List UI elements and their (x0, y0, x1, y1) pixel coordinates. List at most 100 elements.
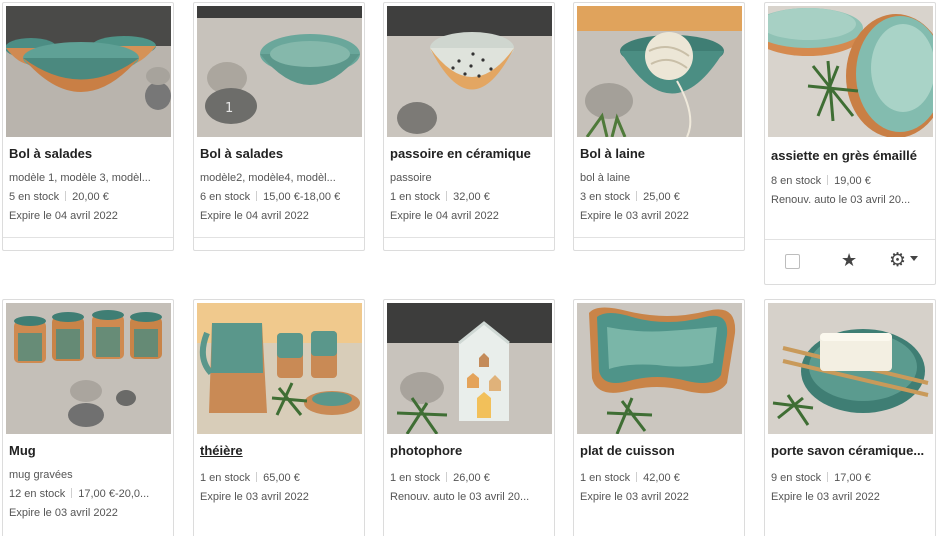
listing-variation: modèle2, modèle4, modèl... (200, 172, 336, 184)
price: 20,00 € (72, 191, 109, 203)
expiry-date: Expire le 04 avril 2022 (9, 210, 118, 222)
divider (636, 191, 638, 201)
listing-stock-price: 5 en stock 20,00 € (9, 191, 169, 203)
card-actions: ★ ⚙ (194, 237, 364, 250)
stock-count: 5 en stock (9, 191, 60, 203)
price: 65,00 € (263, 472, 300, 484)
stock-count: 12 en stock (9, 488, 66, 500)
listing-image[interactable] (387, 303, 552, 434)
listing-title[interactable]: passoire en céramique (390, 146, 550, 161)
divider (827, 472, 829, 482)
listing-card[interactable]: plat de cuisson 1 en stock 42,00 € Expire… (573, 299, 745, 536)
stock-count: 6 en stock (200, 191, 251, 203)
listing-card[interactable]: Bol à salades modèle 1, modèle 3, modèl.… (2, 2, 174, 251)
expiry-date: Expire le 03 avril 2022 (771, 491, 880, 503)
divider (827, 175, 829, 185)
listing-image[interactable] (6, 303, 171, 434)
listing-stock-price: 3 en stock 25,00 € (580, 191, 740, 203)
price: 17,00 € (834, 472, 871, 484)
divider (71, 488, 73, 498)
stock-count: 1 en stock (390, 191, 441, 203)
divider (256, 191, 258, 201)
divider (636, 472, 638, 482)
star-icon[interactable]: ★ (270, 249, 286, 250)
listing-stock-price: 1 en stock 42,00 € (580, 472, 740, 484)
listing-title[interactable]: Bol à salades (9, 146, 169, 161)
star-icon[interactable]: ★ (460, 249, 476, 250)
listing-image[interactable] (768, 6, 933, 137)
listing-card[interactable]: porte savon céramique... 9 en stock 17,00… (764, 299, 936, 536)
expiry-date: Expire le 03 avril 2022 (580, 491, 689, 503)
stock-count: 1 en stock (390, 472, 441, 484)
gear-icon[interactable]: ⚙ (889, 251, 906, 270)
price: 17,00 €-20,0... (78, 488, 150, 500)
listing-card[interactable]: assiette en grès émaillé 8 en stock 19,00… (764, 2, 936, 285)
price: 15,00 €-18,00 € (263, 191, 341, 203)
listing-variation: modèle 1, modèle 3, modèl... (9, 172, 151, 184)
listing-variation: bol à laine (580, 172, 631, 184)
gear-icon[interactable]: ⚙ (508, 249, 525, 250)
gear-icon[interactable]: ⚙ (318, 249, 335, 250)
listing-title[interactable]: photophore (390, 443, 550, 458)
stock-count: 8 en stock (771, 175, 822, 187)
listing-variation: mug gravées (9, 469, 73, 481)
renewal-date: Renouv. auto le 03 avril 20... (771, 194, 911, 206)
listing-variation: passoire (390, 172, 432, 184)
listing-card[interactable]: théière 1 en stock 65,00 € Expire le 03 a… (193, 299, 365, 536)
listing-title[interactable]: plat de cuisson (580, 443, 740, 458)
listing-image[interactable]: 1 (197, 6, 362, 137)
price: 32,00 € (453, 191, 490, 203)
card-actions: ★ ⚙ (3, 237, 173, 250)
listing-image[interactable] (577, 6, 742, 137)
listing-stock-price: 8 en stock 19,00 € (771, 175, 931, 187)
listing-image[interactable] (577, 303, 742, 434)
expiry-date: Expire le 03 avril 2022 (200, 491, 309, 503)
price: 26,00 € (453, 472, 490, 484)
expiry-date: Expire le 03 avril 2022 (9, 507, 118, 519)
star-icon[interactable]: ★ (650, 249, 666, 250)
renewal-date: Renouv. auto le 03 avril 20... (390, 491, 530, 503)
stock-count: 9 en stock (771, 472, 822, 484)
stock-count: 1 en stock (580, 472, 631, 484)
listing-card[interactable]: Mug mug gravées 12 en stock 17,00 €-20,0.… (2, 299, 174, 536)
listing-title[interactable]: Bol à laine (580, 146, 740, 161)
divider (65, 191, 67, 201)
expiry-date: Expire le 04 avril 2022 (200, 210, 309, 222)
gear-icon[interactable]: ⚙ (127, 249, 144, 250)
listing-stock-price: 1 en stock 26,00 € (390, 472, 550, 484)
card-actions: ★ ⚙ (574, 237, 744, 250)
listing-image[interactable] (387, 6, 552, 137)
listing-title[interactable]: porte savon céramique... (771, 443, 931, 458)
expiry-date: Expire le 03 avril 2022 (580, 210, 689, 222)
listing-card[interactable]: passoire en céramique passoire 1 en stoc… (383, 2, 555, 251)
gear-icon[interactable]: ⚙ (698, 249, 715, 250)
listing-image[interactable] (6, 6, 171, 137)
stock-count: 3 en stock (580, 191, 631, 203)
listing-title-link[interactable]: théière (200, 443, 360, 458)
listing-stock-price: 12 en stock 17,00 €-20,0... (9, 488, 169, 500)
listing-card[interactable]: Bol à laine bol à laine 3 en stock 25,00 … (573, 2, 745, 251)
star-icon[interactable]: ★ (79, 249, 95, 250)
svg-text:1: 1 (225, 101, 233, 116)
star-icon[interactable]: ★ (841, 251, 857, 269)
caret-down-icon[interactable] (910, 256, 918, 261)
expiry-date: Expire le 04 avril 2022 (390, 210, 499, 222)
divider (256, 472, 258, 482)
listing-stock-price: 1 en stock 32,00 € (390, 191, 550, 203)
listing-stock-price: 9 en stock 17,00 € (771, 472, 931, 484)
divider (446, 472, 448, 482)
stock-count: 1 en stock (200, 472, 251, 484)
listing-title[interactable]: Mug (9, 443, 169, 458)
card-actions: ★ ⚙ (765, 239, 935, 283)
listing-title[interactable]: Bol à salades (200, 146, 360, 161)
price: 25,00 € (643, 191, 680, 203)
listing-stock-price: 1 en stock 65,00 € (200, 472, 360, 484)
listing-card[interactable]: photophore 1 en stock 26,00 € Renouv. aut… (383, 299, 555, 536)
listing-card[interactable]: 1 Bol à salades modèle2, modèle4, modèl.… (193, 2, 365, 251)
select-checkbox[interactable] (785, 254, 800, 269)
price: 19,00 € (834, 175, 871, 187)
listing-image[interactable] (197, 303, 362, 434)
divider (446, 191, 448, 201)
listing-title[interactable]: assiette en grès émaillé (771, 148, 931, 163)
listing-image[interactable] (768, 303, 933, 434)
